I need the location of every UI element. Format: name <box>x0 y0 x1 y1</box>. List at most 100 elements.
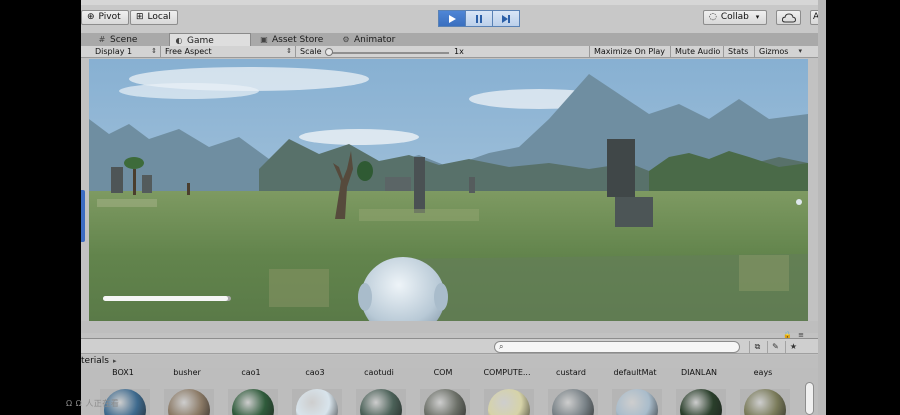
asset-item[interactable]: busher <box>157 368 217 415</box>
grass-patch <box>97 199 157 207</box>
collab-dropdown[interactable]: ◌ Collab ▾ <box>703 10 767 25</box>
tall-grass <box>739 255 789 291</box>
tab-animator[interactable]: ⚙ Animator <box>337 33 417 46</box>
step-button[interactable] <box>493 10 520 27</box>
scrollbar-thumb[interactable] <box>805 382 814 415</box>
tab-animator-label: Animator <box>354 35 396 45</box>
tab-asset-store[interactable]: ▣ Asset Store <box>255 33 335 46</box>
game-view-toolbar: Display 1 ⇕ Free Aspect ⇕ Scale 1x Maxim… <box>81 46 818 58</box>
material-thumbnail <box>676 389 726 415</box>
filter-by-type-button[interactable]: ⧉ <box>749 341 765 353</box>
asset-label: COM <box>433 368 453 377</box>
asset-label: cao1 <box>241 368 261 377</box>
asset-item[interactable]: defaultMat <box>605 368 665 415</box>
asset-item[interactable]: COMPUTE... <box>477 368 537 415</box>
game-viewport[interactable] <box>89 59 808 321</box>
pivot-toggle-button[interactable]: ⊕ Pivot <box>81 10 129 25</box>
mute-audio-toggle[interactable]: Mute Audio <box>671 46 724 58</box>
asset-item[interactable]: eays <box>733 368 793 415</box>
ruin-wall <box>385 177 411 191</box>
pivot-label: Pivot <box>98 12 121 22</box>
material-thumbnail <box>548 389 598 415</box>
cloud-icon <box>781 13 796 23</box>
cloud <box>119 83 259 99</box>
filter-by-label-button[interactable]: ✎ <box>767 341 783 353</box>
stone-pillar <box>414 157 425 213</box>
play-icon <box>449 14 456 23</box>
dead-shrub <box>187 183 190 195</box>
material-sphere-preview <box>552 389 594 415</box>
tab-scene[interactable]: # Scene <box>93 33 169 46</box>
aspect-dropdown[interactable]: Free Aspect ⇕ <box>161 46 296 58</box>
asset-item[interactable]: cao3 <box>285 368 345 415</box>
pause-icon <box>476 14 482 23</box>
scale-slider-thumb[interactable] <box>325 48 333 56</box>
material-sphere-preview <box>296 389 338 415</box>
maximize-on-play-toggle[interactable]: Maximize On Play <box>589 46 671 58</box>
editor-tab-bar: # Scene ◐ Game ▣ Asset Store ⚙ Animator <box>81 33 818 46</box>
material-sphere-preview <box>488 389 530 415</box>
account-button[interactable]: A <box>810 10 818 25</box>
asset-scrollbar[interactable] <box>801 368 818 415</box>
display-label: Display 1 <box>95 47 133 56</box>
pivot-icon: ⊕ <box>87 12 95 22</box>
step-icon <box>502 14 510 23</box>
stone-pillar <box>142 175 152 193</box>
local-toggle-button[interactable]: ⊞ Local <box>130 10 178 25</box>
asset-item[interactable]: caotudi <box>349 368 409 415</box>
local-label: Local <box>147 12 171 22</box>
material-thumbnail <box>292 389 342 415</box>
collab-icon: ◌ <box>709 12 717 22</box>
tree-canopy <box>124 157 144 169</box>
material-sphere-preview <box>424 389 466 415</box>
search-icon: ⌕ <box>499 342 504 351</box>
asset-item[interactable]: DIANLAN <box>669 368 729 415</box>
gizmos-label: Gizmos <box>759 47 789 56</box>
asset-item[interactable]: COM <box>413 368 473 415</box>
asset-item[interactable]: custard <box>541 368 601 415</box>
play-button[interactable] <box>438 10 466 27</box>
stats-toggle[interactable]: Stats <box>724 46 755 58</box>
tree-canopy <box>357 161 373 181</box>
material-sphere-preview <box>744 389 786 415</box>
stone-pillar <box>469 177 475 193</box>
display-dropdown[interactable]: Display 1 ⇕ <box>91 46 161 58</box>
asset-label: caotudi <box>364 368 394 377</box>
video-watermark: Ω Ω 人正在看 <box>66 399 120 408</box>
breadcrumb: terials ▸ <box>81 355 818 368</box>
material-sphere-preview <box>232 389 274 415</box>
project-search-input[interactable]: ⌕ <box>494 341 740 353</box>
favorites-button[interactable]: ★ <box>785 341 801 353</box>
health-bar-fill <box>103 296 229 301</box>
label-tag-icon: ✎ <box>772 342 779 351</box>
scale-slider-track[interactable] <box>329 52 449 54</box>
breadcrumb-folder[interactable]: terials <box>81 356 109 366</box>
material-sphere-preview <box>616 389 658 415</box>
player-ball-ear <box>434 283 448 311</box>
tab-game-label: Game <box>187 36 214 46</box>
tab-game[interactable]: ◐ Game <box>169 33 251 46</box>
material-thumbnail <box>612 389 662 415</box>
aspect-label: Free Aspect <box>165 47 212 56</box>
stone-blocks <box>615 197 653 227</box>
material-thumbnail <box>356 389 406 415</box>
gizmos-arrow-icon: ▾ <box>798 47 802 55</box>
tall-grass <box>269 269 329 307</box>
gizmos-dropdown[interactable]: Gizmos ▾ <box>755 46 805 58</box>
pause-button[interactable] <box>466 10 493 27</box>
left-edge-handle[interactable] <box>81 190 85 242</box>
asset-store-icon: ▣ <box>260 35 268 44</box>
cloud <box>299 129 419 145</box>
asset-item[interactable]: cao1 <box>221 368 281 415</box>
material-thumbnail <box>484 389 534 415</box>
asset-label: busher <box>173 368 201 377</box>
scale-value: 1x <box>454 47 464 56</box>
cloud-button[interactable] <box>776 10 801 25</box>
asset-label: eays <box>753 368 773 377</box>
unity-editor-window: ⊕ Pivot ⊞ Local ◌ Collab ▾ A # Scene ◐ G… <box>81 0 818 415</box>
maximize-label: Maximize On Play <box>594 47 666 56</box>
breadcrumb-arrow-icon: ▸ <box>112 357 117 365</box>
stone-tower <box>607 139 635 197</box>
stone-pillar <box>111 167 123 193</box>
health-bar <box>103 296 231 301</box>
